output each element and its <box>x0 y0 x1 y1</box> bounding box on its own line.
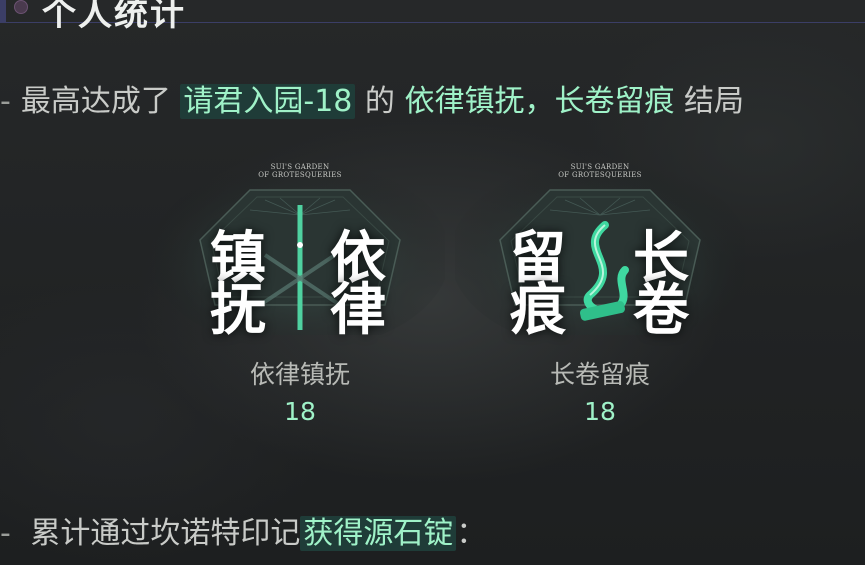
badge-brand-line1: SUI'S GARDEN <box>570 163 630 171</box>
bullet-dash: - <box>0 84 11 119</box>
badge-brand-line2: OF GROTESQUERIES <box>558 171 642 179</box>
footer-highlight: 获得源石锭 <box>300 516 457 551</box>
ending-badge-1: SUI'S GARDEN OF GROTESQUERIES 镇 抚 依 律 依律… <box>155 155 445 426</box>
header-accent-bar <box>0 0 6 22</box>
badge-emblem-icon <box>155 160 445 335</box>
bullet-dash: - <box>0 516 11 551</box>
footer-line: - 累计通过坎诺特印记 获得源石锭： <box>0 508 486 552</box>
badge-char: 痕 <box>510 277 566 343</box>
badge-count: 18 <box>284 397 316 426</box>
stage-highlight: 请君入园-18 <box>180 84 356 119</box>
badge-name: 长卷留痕 <box>549 360 650 389</box>
footer-suffix: ： <box>456 516 487 551</box>
summary-prefix: 最高达成了 <box>20 84 171 119</box>
summary-line: - 最高达成了 请君入园-18 的 依律镇抚，长卷留痕 结局 <box>0 76 744 120</box>
footer-prefix: 累计通过坎诺特印记 <box>30 516 301 551</box>
badge-emblem-icon <box>455 160 745 335</box>
badge-name: 依律镇抚 <box>249 360 350 389</box>
summary-suffix: 结局 <box>684 84 745 119</box>
summary-middle: 的 <box>364 84 395 119</box>
badge-char: 卷 <box>633 277 689 343</box>
section-header: 个人统计 <box>0 0 865 34</box>
ending-badge-2: SUI'S GARDEN OF GROTESQUERIES 留 痕 长 卷 长卷… <box>455 155 745 426</box>
badge-brand-line2: OF GROTESQUERIES <box>258 171 342 179</box>
badge-char: 律 <box>330 277 386 343</box>
section-title: 个人统计 <box>42 0 186 34</box>
endings-highlight: 依律镇抚，长卷留痕 <box>404 84 675 119</box>
badge-brand-line1: SUI'S GARDEN <box>270 163 330 171</box>
badge-count: 18 <box>584 397 616 426</box>
header-bullet-icon <box>14 0 28 14</box>
badge-char: 抚 <box>210 277 266 343</box>
